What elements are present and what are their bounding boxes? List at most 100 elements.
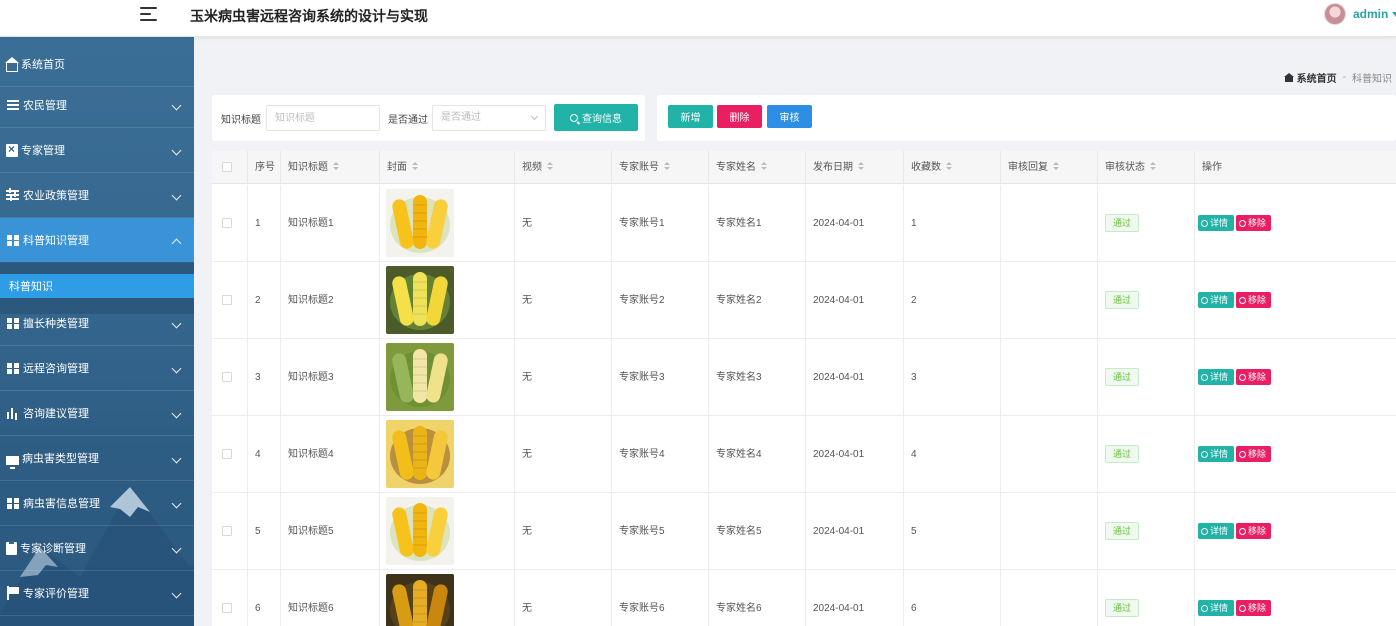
sidebar-item-label: 病虫害类型管理 (22, 453, 99, 465)
table-row[interactable]: 6 知识标题6 无 专家账号6 专家姓名6 2024-04-01 6 通过 详情 移除 (212, 570, 1396, 626)
sidebar-item-home[interactable]: 系统首页 (0, 42, 194, 87)
sidebar-item-farmers[interactable]: 农民管理 (0, 83, 194, 128)
sidebar-item-diagnosis[interactable]: 专家诊断管理 (0, 526, 194, 571)
menu-toggle-icon[interactable] (140, 5, 158, 23)
search-panel: 知识标题 是否通过 是否通过 查询信息 (212, 95, 645, 141)
table-row[interactable]: 4 知识标题4 无 专家账号4 专家姓名4 2024-04-01 4 通过 详情 移除 (212, 416, 1396, 493)
delete-button[interactable]: 删除 (717, 105, 762, 128)
sort-icon[interactable] (761, 161, 767, 171)
select-cell (212, 493, 248, 570)
remove-icon (1239, 373, 1246, 381)
user-menu[interactable]: admin (1324, 3, 1396, 25)
table-row[interactable]: 1 知识标题1 无 专家账号1 专家姓名1 2024-04-01 1 通过 详情 移除 (212, 185, 1396, 262)
sort-icon[interactable] (858, 161, 864, 171)
video-text: 无 (522, 295, 532, 306)
sidebar-item-evaluation[interactable]: 专家评价管理 (0, 571, 194, 616)
detail-button[interactable]: 详情 (1198, 523, 1234, 539)
row-checkbox[interactable] (222, 526, 232, 536)
select-all-cell (212, 151, 248, 184)
col-title[interactable]: 知识标题 (281, 151, 380, 184)
col-cover[interactable]: 封面 (380, 151, 515, 184)
row-checkbox[interactable] (222, 449, 232, 459)
sidebar-item-label: 系统首页 (21, 59, 65, 71)
sidebar-subitem-knowledge[interactable]: 科普知识 (0, 274, 194, 298)
table-row[interactable]: 2 知识标题2 无 专家账号2 专家姓名2 2024-04-01 2 通过 详情 移除 (212, 262, 1396, 339)
sort-icon[interactable] (333, 161, 339, 171)
actions-cell: 详情 移除 (1195, 262, 1396, 339)
account-cell: 专家账号6 (612, 570, 709, 626)
index-text: 3 (255, 372, 261, 383)
corn-cover-image (386, 574, 454, 626)
date-text: 2024-04-01 (813, 449, 865, 460)
name-text: 专家姓名6 (716, 603, 762, 614)
add-button[interactable]: 新增 (668, 105, 713, 128)
sort-icon[interactable] (946, 161, 952, 171)
sidebar-item-consult[interactable]: 远程咨询管理 (0, 346, 194, 391)
name-cell: 专家姓名3 (709, 339, 806, 416)
col-status[interactable]: 审核状态 (1098, 151, 1195, 184)
sidebar-item-pest-info[interactable]: 病虫害信息管理 (0, 481, 194, 526)
row-checkbox[interactable] (222, 295, 232, 305)
avatar[interactable] (1324, 3, 1346, 25)
detail-button[interactable]: 详情 (1198, 292, 1234, 308)
reply-cell (1001, 416, 1098, 493)
remove-button[interactable]: 移除 (1236, 600, 1271, 616)
col-favorites[interactable]: 收藏数 (904, 151, 1001, 184)
sort-icon[interactable] (412, 161, 418, 171)
remove-button[interactable]: 移除 (1236, 523, 1271, 539)
breadcrumb-home[interactable]: 系统首页 (1297, 70, 1337, 85)
detail-button[interactable]: 详情 (1198, 446, 1234, 462)
username[interactable]: admin (1353, 7, 1388, 21)
table-row[interactable]: 3 知识标题3 无 专家账号3 专家姓名3 2024-04-01 3 通过 详情 移除 (212, 339, 1396, 416)
sort-icon[interactable] (1053, 161, 1059, 171)
remove-button[interactable]: 移除 (1236, 446, 1271, 462)
sidebar-item-experts[interactable]: 专家管理 (0, 128, 194, 173)
chevron-up-icon (171, 238, 182, 249)
remove-button[interactable]: 移除 (1236, 369, 1271, 385)
favorites-cell: 6 (904, 570, 1001, 626)
sidebar-item-policy[interactable]: 农业政策管理 (0, 173, 194, 218)
sidebar-item-label: 擅长种类管理 (23, 318, 89, 330)
sidebar-item-specialties[interactable]: 擅长种类管理 (0, 301, 194, 346)
row-checkbox[interactable] (222, 372, 232, 382)
audit-button[interactable]: 审核 (767, 105, 812, 128)
reply-cell (1001, 493, 1098, 570)
title-cell: 知识标题3 (281, 339, 380, 416)
account-text: 专家账号5 (619, 526, 665, 537)
chevron-down-icon[interactable] (1392, 11, 1396, 17)
date-cell: 2024-04-01 (806, 185, 904, 262)
sidebar-item-advice[interactable]: 咨询建议管理 (0, 391, 194, 436)
select-cell (212, 262, 248, 339)
sidebar-item-knowledge[interactable]: 科普知识管理 (0, 218, 194, 263)
sort-icon[interactable] (1150, 161, 1156, 171)
video-cell: 无 (515, 493, 612, 570)
chevron-down-icon (171, 363, 182, 374)
detail-button[interactable]: 详情 (1198, 369, 1234, 385)
title-search-input[interactable] (266, 105, 380, 131)
remove-button[interactable]: 移除 (1236, 215, 1271, 231)
col-video[interactable]: 视频 (515, 151, 612, 184)
remove-button[interactable]: 移除 (1236, 292, 1271, 308)
row-checkbox[interactable] (222, 218, 232, 228)
table-row[interactable]: 5 知识标题5 无 专家账号5 专家姓名5 2024-04-01 5 通过 详情 移除 (212, 493, 1396, 570)
select-all-checkbox[interactable] (222, 162, 232, 172)
detail-button[interactable]: 详情 (1198, 215, 1234, 231)
search-button[interactable]: 查询信息 (554, 104, 638, 131)
detail-label: 详情 (1210, 294, 1229, 305)
detail-button[interactable]: 详情 (1198, 600, 1234, 616)
col-reply[interactable]: 审核回复 (1001, 151, 1098, 184)
sort-icon[interactable] (664, 161, 670, 171)
row-checkbox[interactable] (222, 603, 232, 613)
index-cell: 6 (248, 570, 281, 626)
col-date[interactable]: 发布日期 (806, 151, 904, 184)
name-text: 专家姓名2 (716, 295, 762, 306)
col-label: 发布日期 (813, 162, 853, 173)
sidebar-item-pest-types[interactable]: 病虫害类型管理 (0, 436, 194, 481)
cover-cell (380, 493, 515, 570)
col-account[interactable]: 专家账号 (612, 151, 709, 184)
sort-icon[interactable] (547, 161, 553, 171)
col-name[interactable]: 专家姓名 (709, 151, 806, 184)
account-cell: 专家账号1 (612, 185, 709, 262)
pass-select[interactable]: 是否通过 (432, 105, 546, 131)
date-cell: 2024-04-01 (806, 416, 904, 493)
